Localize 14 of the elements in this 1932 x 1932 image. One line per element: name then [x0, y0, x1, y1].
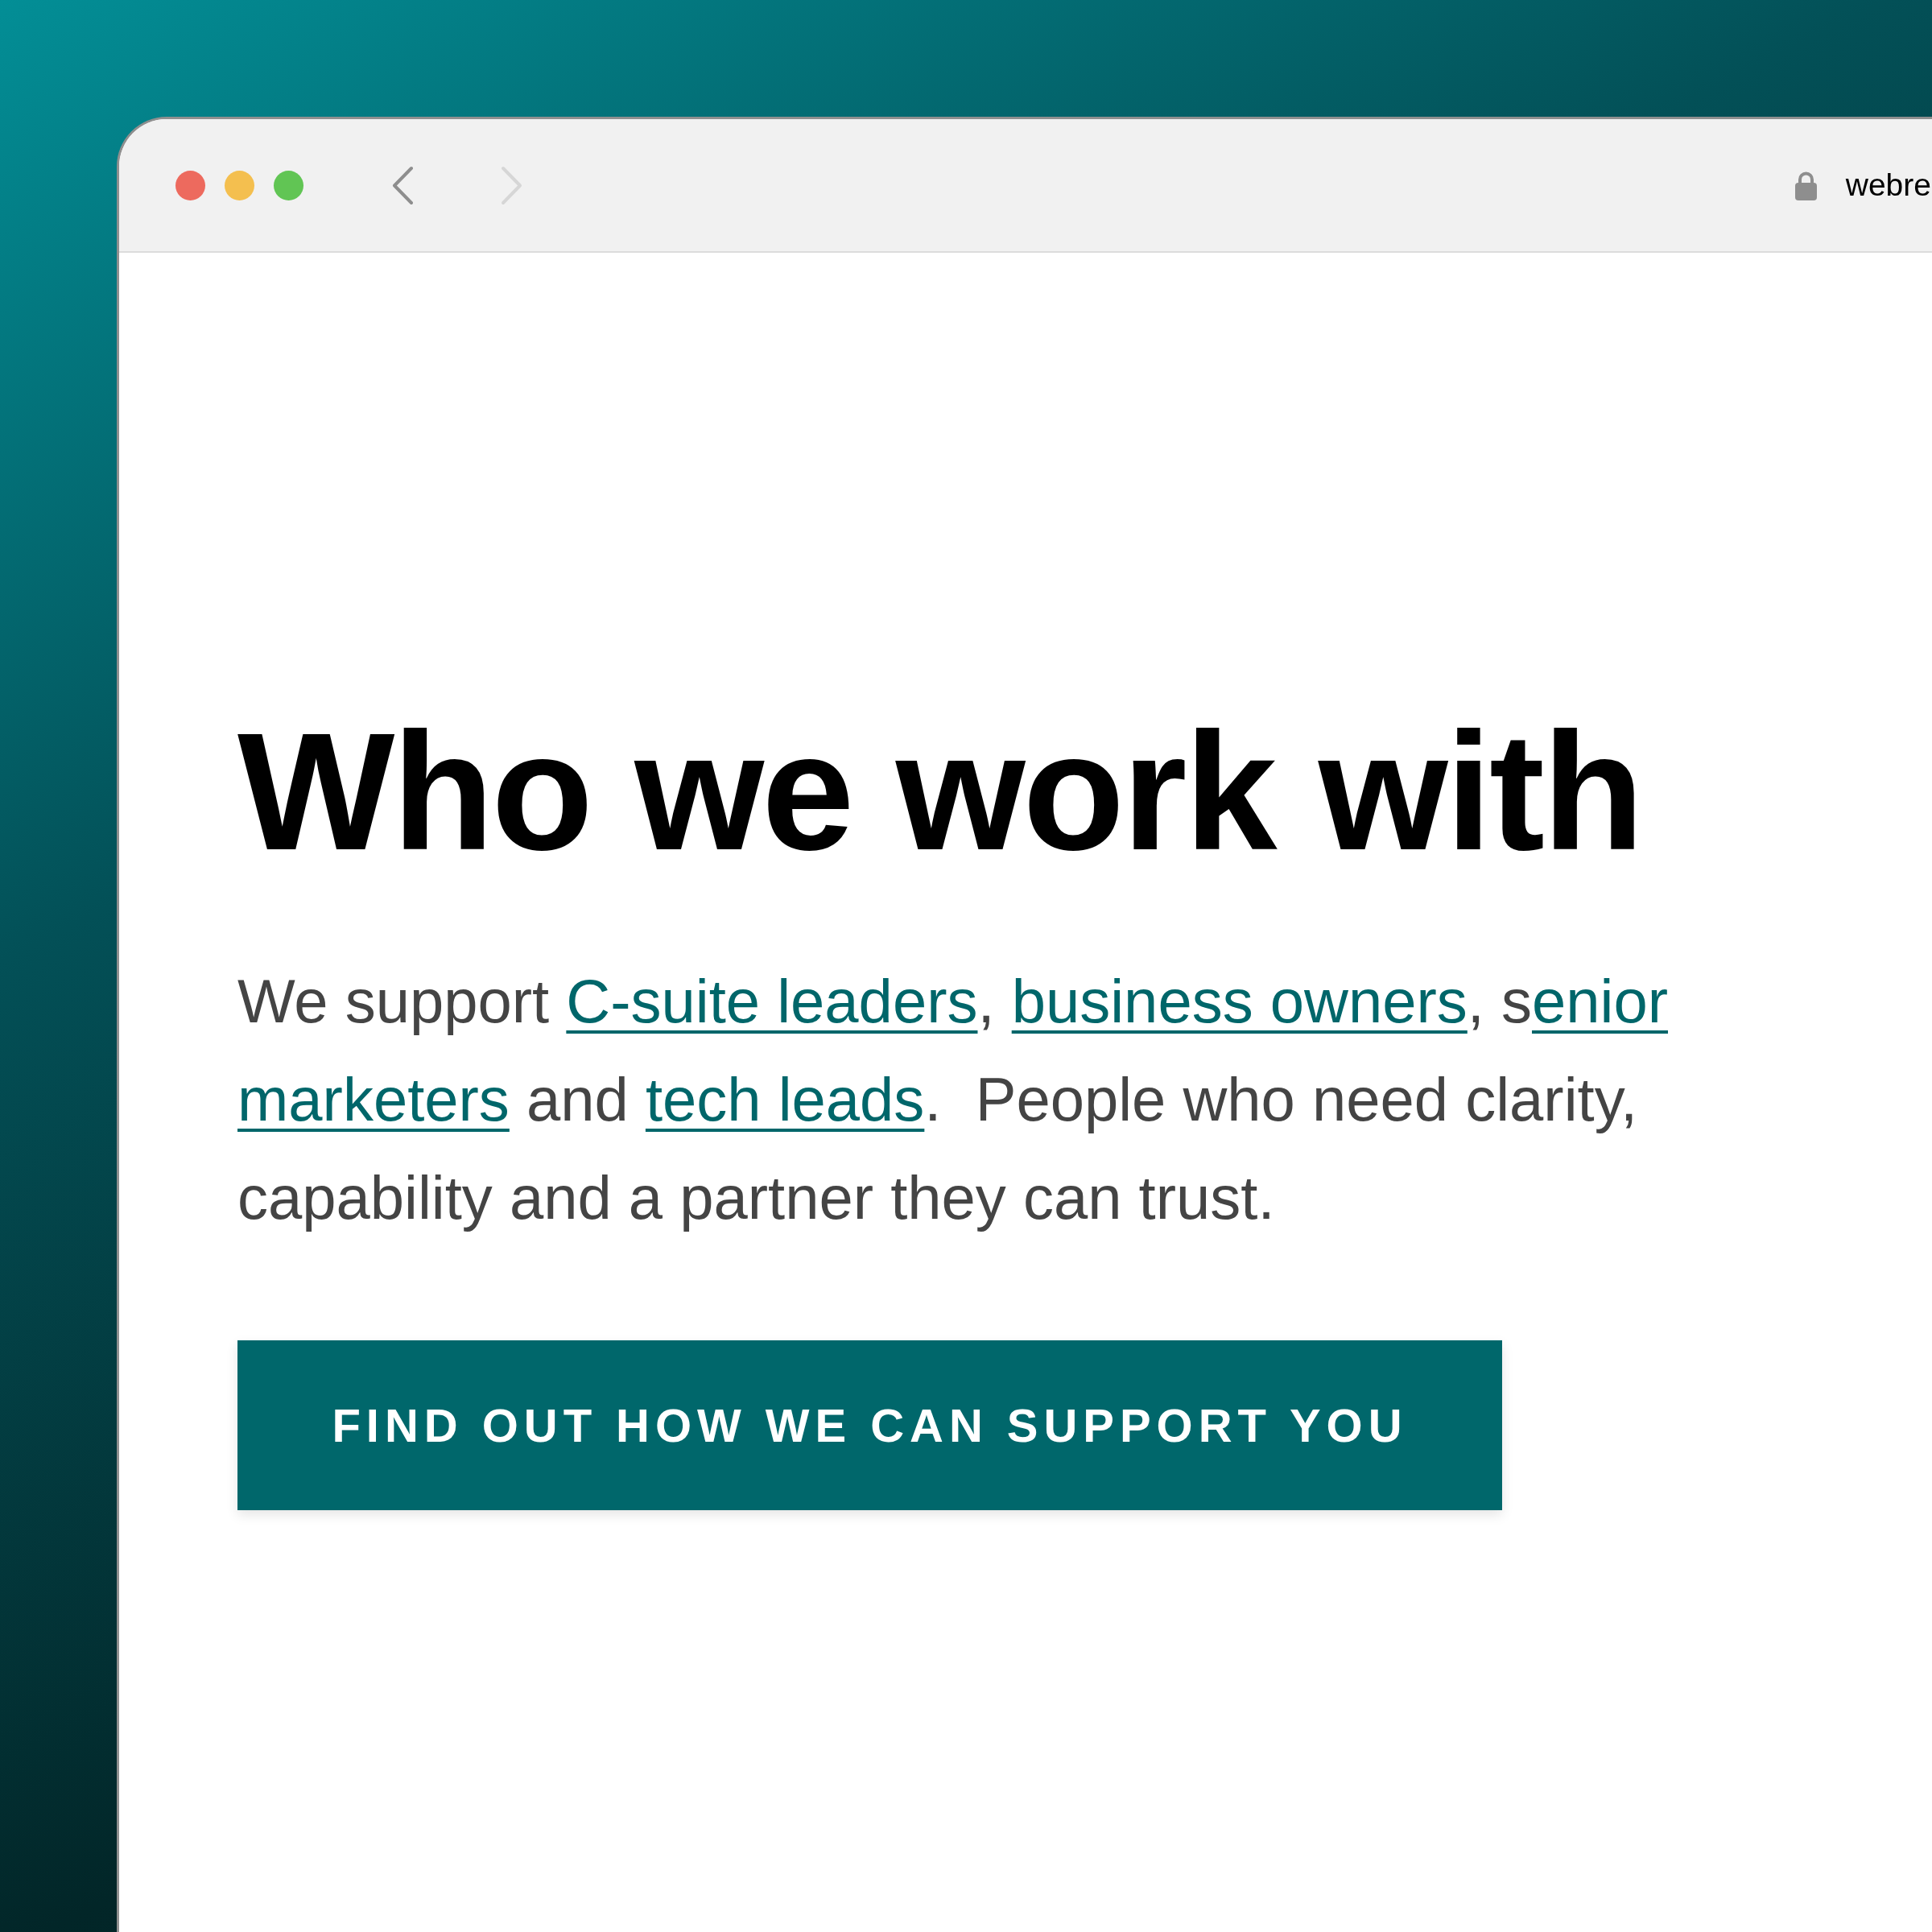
lock-icon	[1794, 170, 1817, 200]
text-link[interactable]: enior	[1532, 967, 1668, 1035]
support-button[interactable]: FIND OUT HOW WE CAN SUPPORT YOU	[237, 1340, 1502, 1510]
page-heading: Who we work with	[237, 708, 1642, 875]
close-icon[interactable]	[175, 170, 205, 200]
minimize-icon[interactable]	[225, 170, 254, 200]
text-link[interactable]: marketers	[237, 1065, 510, 1133]
intro-paragraph: We support C-suite leaders, business owners, senior marketers and tech leads. People who need clarity, capability and a partner they can trust.	[237, 966, 1669, 1233]
maximize-icon[interactable]	[274, 170, 303, 200]
chevron-left-icon[interactable]	[392, 165, 414, 205]
text-link[interactable]: tech leads	[645, 1065, 925, 1133]
text-link[interactable]: business owners	[1011, 967, 1468, 1035]
address-text[interactable]: webre	[1845, 166, 1931, 204]
text-link[interactable]: C-suite leaders	[566, 967, 978, 1035]
